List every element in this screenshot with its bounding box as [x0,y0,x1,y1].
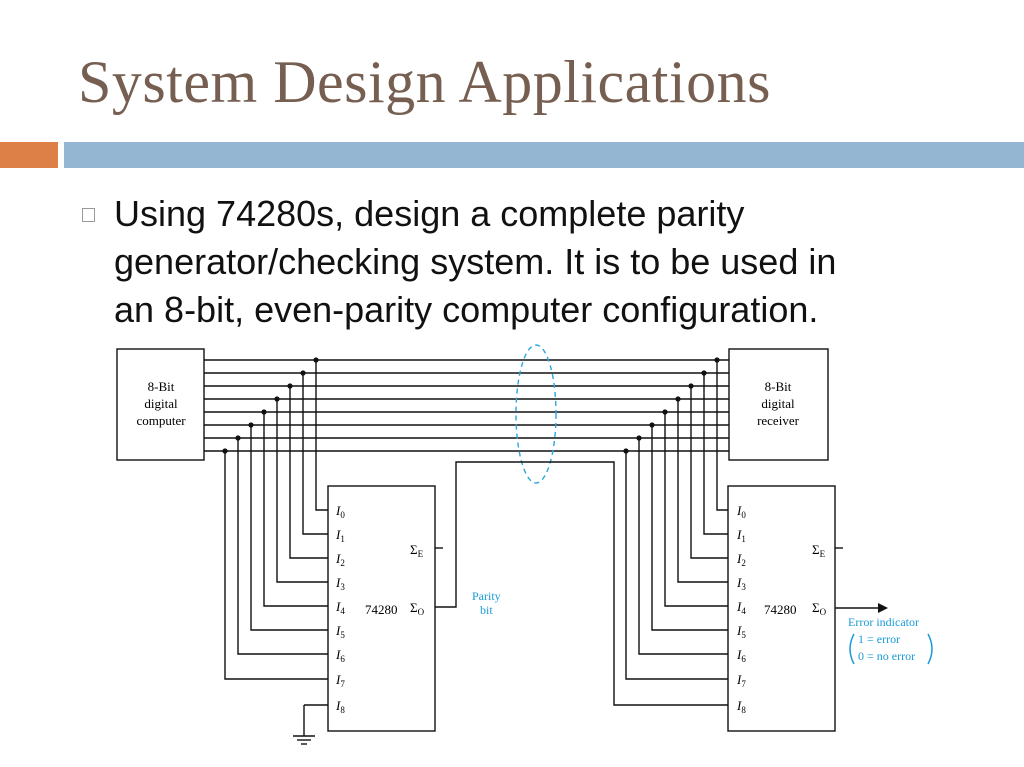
junction-dot [636,435,642,441]
junction-dot [675,396,681,402]
bullet-line: an 8-bit, even-parity computer configura… [114,289,819,330]
junction-dot [300,370,306,376]
generator-input-wire [263,412,328,607]
checker-input-wire [677,399,728,583]
junction-dot [248,422,254,428]
checker-input-wire [716,360,728,511]
parity-bit-label: Parity [472,589,501,603]
error-indicator-line1: 1 = error [858,632,900,646]
parity-bit-wire [435,461,728,706]
computer-label: computer [136,413,186,428]
checker-chip-label: 74280 [764,602,797,617]
title-divider-bar [64,142,1024,168]
title-accent-bar [0,142,58,168]
junction-dot [222,448,228,454]
parity-system-diagram: 8-Bit digital computer 8-Bit digital rec… [116,344,933,745]
junction-dot [649,422,655,428]
receiver-label: digital [761,396,795,411]
bullet-line: generator/checking system. It is to be u… [114,241,837,282]
junction-dot [701,370,707,376]
parity-bit-label: bit [480,603,493,617]
receiver-label: 8-Bit [765,379,792,394]
junction-dot [662,409,668,415]
generator-chip-label: 74280 [365,602,398,617]
receiver-label: receiver [757,413,800,428]
error-arrow-icon [878,603,888,613]
ground-icon [293,735,315,745]
bullet-square-icon [82,208,95,222]
junction-dot [261,409,267,415]
checker-input-wire [664,412,728,607]
error-bracket-right [927,633,933,665]
error-indicator-title: Error indicator [848,615,919,629]
junction-dot [313,357,319,363]
junction-dot [235,435,241,441]
junction-dot [688,383,694,389]
junction-dot [274,396,280,402]
computer-label: digital [144,396,178,411]
error-indicator-line2: 0 = no error [858,649,915,663]
bullet-line: Using 74280s, design a complete parity [114,193,745,234]
bullet-text: Using 74280s, design a complete parity g… [114,190,994,334]
generator-input-wire [315,360,328,511]
computer-label: 8-Bit [148,379,175,394]
error-bracket-left [849,633,855,665]
slide-title: System Design Applications [78,49,771,115]
junction-dot [623,448,629,454]
junction-dot [714,357,720,363]
junction-dot [287,383,293,389]
checker-input-wire [625,451,728,680]
